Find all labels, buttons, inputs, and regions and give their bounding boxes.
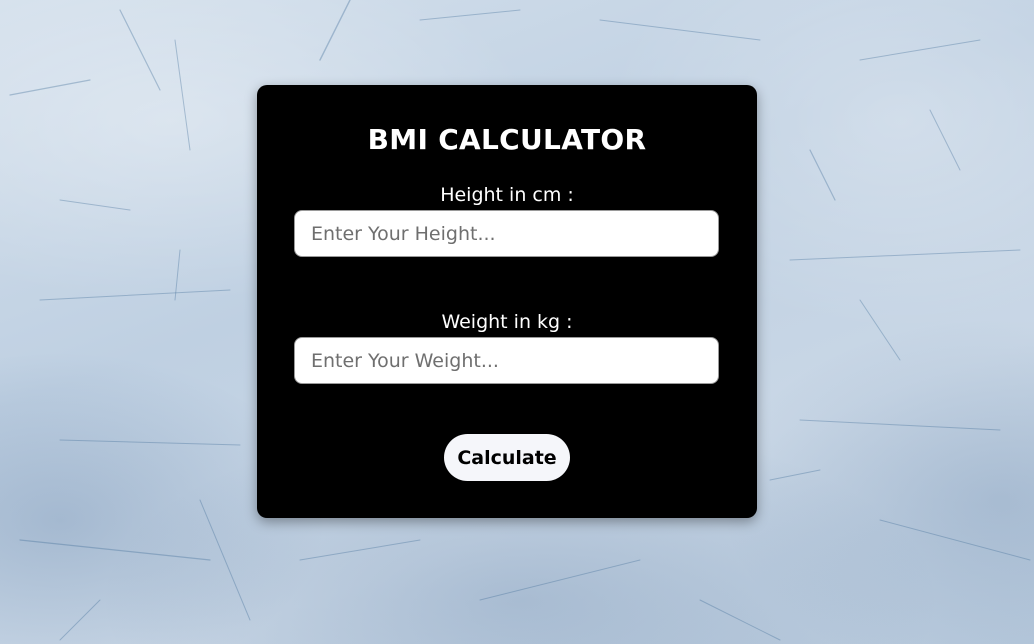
weight-label: Weight in kg : xyxy=(441,311,573,333)
height-input[interactable] xyxy=(294,210,719,257)
weight-input[interactable] xyxy=(294,337,719,384)
bmi-calculator-card: BMI CALCULATOR Height in cm : Weight in … xyxy=(257,85,757,518)
page-title: BMI CALCULATOR xyxy=(367,123,647,156)
height-label: Height in cm : xyxy=(440,184,574,206)
calculate-button[interactable]: Calculate xyxy=(444,434,570,481)
